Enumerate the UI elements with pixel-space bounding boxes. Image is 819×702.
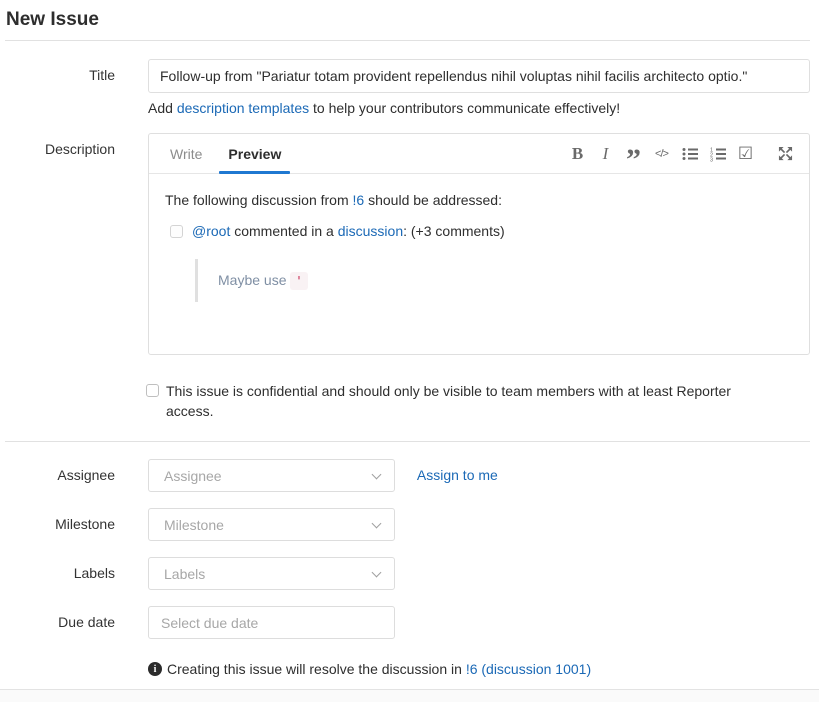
numbered-list-icon[interactable]: 1 2 3 xyxy=(706,142,729,165)
title-row: Title Add description templates to help … xyxy=(5,59,810,116)
intro-suffix: should be addressed: xyxy=(364,192,502,208)
confidential-row: This issue is confidential and should on… xyxy=(5,381,810,421)
page-title: New Issue xyxy=(5,0,810,32)
bold-icon[interactable]: B xyxy=(566,142,589,165)
due-date-input[interactable] xyxy=(148,606,395,639)
title-help-text: Add description templates to help your c… xyxy=(148,100,810,116)
discussion-link[interactable]: discussion xyxy=(338,223,403,239)
confidential-checkbox[interactable] xyxy=(146,384,159,397)
inline-code: ' xyxy=(290,272,307,290)
bulleted-list-icon[interactable] xyxy=(678,142,701,165)
confidential-option[interactable]: This issue is confidential and should on… xyxy=(148,381,773,421)
intro-prefix: The following discussion from xyxy=(165,192,353,208)
svg-text:3: 3 xyxy=(710,157,713,161)
markdown-toolbar: B I ” </> 1 2 xyxy=(566,134,797,173)
due-date-label: Due date xyxy=(5,606,148,630)
preview-intro-line: The following discussion from !6 should … xyxy=(165,190,793,211)
assignee-placeholder: Assignee xyxy=(164,468,222,484)
quote-icon[interactable]: ” xyxy=(622,142,645,165)
task-middle-text: commented in a xyxy=(230,223,337,239)
info-icon: i xyxy=(148,662,162,676)
new-issue-form: New Issue Title Add description template… xyxy=(0,0,819,677)
help-suffix: to help your contributors communicate ef… xyxy=(309,100,620,116)
title-label: Title xyxy=(5,59,148,116)
metadata-section: Assignee Assignee Assign to me Milestone… xyxy=(5,459,810,677)
resolve-note-row: i Creating this issue will resolve the d… xyxy=(5,661,810,677)
markdown-editor: Write Preview B I ” </> xyxy=(148,133,810,355)
tab-preview[interactable]: Preview xyxy=(219,134,290,173)
labels-row: Labels Labels xyxy=(5,557,810,590)
description-label: Description xyxy=(5,133,148,355)
quote-text: Maybe use xyxy=(218,272,290,288)
footer-bar xyxy=(0,689,819,702)
chevron-down-icon xyxy=(372,470,382,480)
tab-write[interactable]: Write xyxy=(161,134,211,173)
due-date-row: Due date xyxy=(5,606,810,639)
assignee-dropdown[interactable]: Assignee xyxy=(148,459,395,492)
description-row: Description Write Preview B I ” </> xyxy=(5,133,810,355)
chevron-down-icon xyxy=(372,568,382,578)
resolve-note: i Creating this issue will resolve the d… xyxy=(148,661,810,677)
chevron-down-icon xyxy=(372,519,382,529)
assign-to-me-link[interactable]: Assign to me xyxy=(417,459,498,492)
milestone-row: Milestone Milestone xyxy=(5,508,810,541)
milestone-dropdown[interactable]: Milestone xyxy=(148,508,395,541)
resolve-discussion-link[interactable]: !6 (discussion 1001) xyxy=(466,661,591,677)
labels-dropdown[interactable]: Labels xyxy=(148,557,395,590)
italic-icon[interactable]: I xyxy=(594,142,617,165)
user-link[interactable]: @root xyxy=(192,223,230,239)
help-prefix: Add xyxy=(148,100,177,116)
milestone-label: Milestone xyxy=(5,508,148,532)
header-divider xyxy=(5,40,810,41)
merge-request-link[interactable]: !6 xyxy=(353,192,365,208)
section-divider xyxy=(5,441,810,442)
resolve-prefix: Creating this issue will resolve the dis… xyxy=(167,661,466,677)
editor-header: Write Preview B I ” </> xyxy=(149,134,809,174)
assignee-row: Assignee Assignee Assign to me xyxy=(5,459,810,492)
fullscreen-icon[interactable] xyxy=(774,142,797,165)
task-suffix-text: : (+3 comments) xyxy=(403,223,505,239)
task-list-icon[interactable]: ☑ xyxy=(734,142,757,165)
task-list: @root commented in a discussion: (+3 com… xyxy=(170,221,793,302)
labels-label: Labels xyxy=(5,557,148,581)
quoted-comment: Maybe use ' xyxy=(195,259,793,302)
markdown-preview: The following discussion from !6 should … xyxy=(149,174,809,354)
milestone-placeholder: Milestone xyxy=(164,517,224,533)
description-templates-link[interactable]: description templates xyxy=(177,100,309,116)
code-icon[interactable]: </> xyxy=(650,142,673,165)
task-checkbox[interactable] xyxy=(170,225,183,238)
labels-placeholder: Labels xyxy=(164,566,205,582)
confidential-text: This issue is confidential and should on… xyxy=(166,381,773,421)
resolve-note-text: Creating this issue will resolve the dis… xyxy=(167,661,591,677)
title-input[interactable] xyxy=(148,59,810,93)
task-list-item: @root commented in a discussion: (+3 com… xyxy=(170,221,793,302)
assignee-label: Assignee xyxy=(5,459,148,483)
